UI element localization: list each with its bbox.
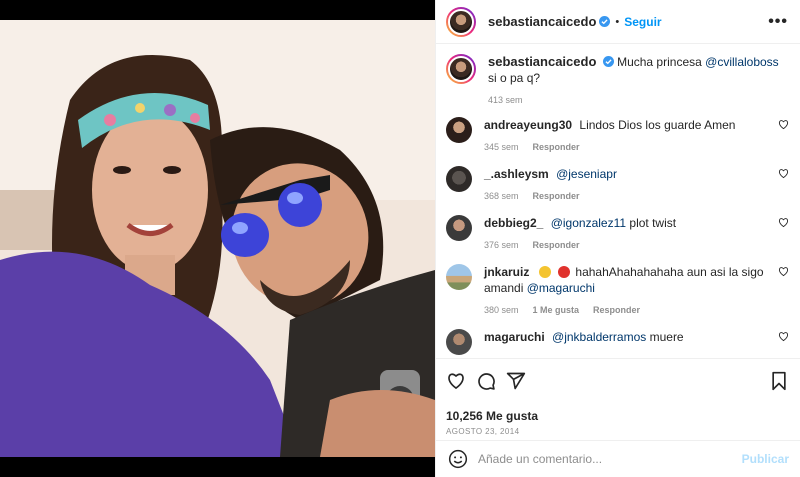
comment-time[interactable]: 345 sem <box>484 142 519 152</box>
author-avatar[interactable] <box>446 6 476 37</box>
like-heart-icon[interactable] <box>446 371 466 391</box>
post-date[interactable]: AGOSTO 23, 2014 <box>446 427 789 436</box>
separator-dot: • <box>615 15 620 28</box>
caption-text: Mucha princesa <box>617 55 702 69</box>
follow-button[interactable]: Seguir <box>624 15 661 29</box>
comment-username[interactable]: _.ashleysm <box>484 167 549 181</box>
post-header: sebastiancaicedo • Seguir ••• <box>436 0 800 44</box>
comments-list[interactable]: sebastiancaicedo Mucha princesa @cvillal… <box>436 44 800 358</box>
comment-username[interactable]: andreayeung30 <box>484 118 572 132</box>
comment-text: plot twist <box>629 216 677 230</box>
post-panel: sebastiancaicedo • Seguir ••• sebastianc… <box>435 0 800 477</box>
comment-bubble-icon[interactable] <box>476 371 496 391</box>
comment-text: Lindos Dios los guarde Amen <box>579 118 736 132</box>
reply-button[interactable]: Responder <box>533 191 580 201</box>
heart-icon[interactable] <box>778 266 789 277</box>
reply-button[interactable]: Responder <box>593 305 640 315</box>
add-comment-bar: Publicar <box>436 440 800 477</box>
post-photo[interactable] <box>0 20 435 457</box>
comment-mention[interactable]: @igonzalez11 <box>551 216 626 230</box>
likes-count[interactable]: 10,256 Me gusta <box>446 409 789 423</box>
comment-text: muere <box>649 330 684 344</box>
publish-button[interactable]: Publicar <box>742 452 789 466</box>
comment-username[interactable]: jnkaruiz <box>484 265 529 279</box>
save-bookmark-icon[interactable] <box>769 371 789 391</box>
caption-tail: si o pa q? <box>488 71 541 85</box>
comment-avatar[interactable] <box>446 264 472 290</box>
heart-icon[interactable] <box>778 119 789 130</box>
comment-item: _.ashleysm @jeseniapr 368 sem Responder <box>446 166 789 201</box>
heart-icon[interactable] <box>778 331 789 342</box>
verified-badge-icon <box>602 56 614 67</box>
comment-input[interactable] <box>478 452 742 466</box>
comment-mention[interactable]: @jnkbalderramos <box>552 330 646 344</box>
heart-icon[interactable] <box>778 168 789 179</box>
post-media-area <box>0 0 435 477</box>
comment-avatar[interactable] <box>446 215 472 241</box>
comment-mention[interactable]: @jeseniapr <box>556 167 617 181</box>
comment-time[interactable]: 368 sem <box>484 191 519 201</box>
heart-icon[interactable] <box>778 217 789 228</box>
smirk-emoji-icon <box>538 266 551 278</box>
post-actions: 10,256 Me gusta AGOSTO 23, 2014 <box>436 358 800 436</box>
comment-avatar[interactable] <box>446 117 472 143</box>
caption-username[interactable]: sebastiancaicedo <box>488 54 596 69</box>
comment-item: debbieg2_ @igonzalez11 plot twist 376 se… <box>446 215 789 250</box>
comment-username[interactable]: magaruchi <box>484 330 545 344</box>
photo-illustration <box>0 20 435 457</box>
caption-time[interactable]: 413 sem <box>488 95 523 105</box>
caption-mention[interactable]: @cvillaloboss <box>705 55 779 69</box>
comment-username[interactable]: debbieg2_ <box>484 216 543 230</box>
more-options-icon[interactable]: ••• <box>768 13 788 31</box>
comment-mention[interactable]: @magaruchi <box>527 281 595 295</box>
reply-button[interactable]: Responder <box>533 240 580 250</box>
comment-item: magaruchi @jnkbalderramos muere <box>446 329 789 355</box>
reply-button[interactable]: Responder <box>533 142 580 152</box>
caption-avatar[interactable] <box>446 54 476 84</box>
comment-likes[interactable]: 1 Me gusta <box>533 305 580 315</box>
comment-avatar[interactable] <box>446 329 472 355</box>
comment-item: andreayeung30 Lindos Dios los guarde Ame… <box>446 117 789 152</box>
post-caption: sebastiancaicedo Mucha princesa @cvillal… <box>446 54 789 105</box>
author-username[interactable]: sebastiancaicedo <box>488 14 596 29</box>
comment-time[interactable]: 380 sem <box>484 305 519 315</box>
comment-time[interactable]: 376 sem <box>484 240 519 250</box>
emoji-smile-icon[interactable] <box>448 449 468 469</box>
verified-badge-icon <box>599 16 611 27</box>
share-send-icon[interactable] <box>506 371 526 391</box>
angry-emoji-icon <box>558 266 571 278</box>
comment-avatar[interactable] <box>446 166 472 192</box>
comment-item: jnkaruiz hahahAhahahahaha aun asi la sig… <box>446 264 789 315</box>
